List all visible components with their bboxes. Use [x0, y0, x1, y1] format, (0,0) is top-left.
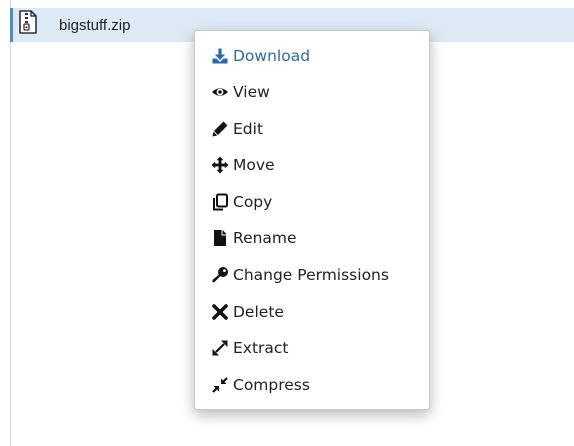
download-icon	[211, 47, 229, 65]
file-icon	[211, 229, 229, 247]
menu-item-label: View	[233, 83, 270, 101]
context-menu: Download View Edit Move Copy Rename Chan…	[194, 30, 430, 410]
menu-item-label: Extract	[233, 339, 289, 357]
compress-icon	[211, 376, 229, 394]
zip-file-icon	[17, 10, 39, 34]
menu-item-label: Delete	[233, 303, 284, 321]
file-name[interactable]: bigstuff.zip	[59, 17, 130, 35]
menu-item-label: Download	[233, 47, 311, 65]
menu-item-label: Copy	[233, 193, 273, 211]
list-border	[10, 0, 11, 446]
pencil-icon	[211, 120, 229, 138]
menu-item-view[interactable]: View	[211, 77, 421, 107]
menu-item-label: Edit	[233, 120, 264, 138]
menu-item-compress[interactable]: Compress	[211, 370, 421, 400]
menu-item-edit[interactable]: Edit	[211, 114, 421, 144]
menu-item-extract[interactable]: Extract	[211, 333, 421, 363]
menu-item-rename[interactable]: Rename	[211, 223, 421, 253]
move-arrows-icon	[211, 156, 229, 174]
file-manager-view: bigstuff.zip Download View Edit Move Cop…	[0, 0, 574, 446]
menu-item-label: Change Permissions	[233, 266, 389, 284]
expand-icon	[211, 339, 229, 357]
copy-icon	[211, 193, 229, 211]
menu-item-download[interactable]: Download	[211, 41, 421, 71]
eye-icon	[211, 83, 229, 101]
menu-item-label: Move	[233, 156, 275, 174]
x-icon	[211, 303, 229, 321]
menu-item-label: Compress	[233, 376, 310, 394]
menu-item-move[interactable]: Move	[211, 150, 421, 180]
menu-item-delete[interactable]: Delete	[211, 297, 421, 327]
menu-item-label: Rename	[233, 229, 297, 247]
key-icon	[211, 266, 229, 284]
menu-item-copy[interactable]: Copy	[211, 187, 421, 217]
menu-item-change-permissions[interactable]: Change Permissions	[211, 260, 421, 290]
